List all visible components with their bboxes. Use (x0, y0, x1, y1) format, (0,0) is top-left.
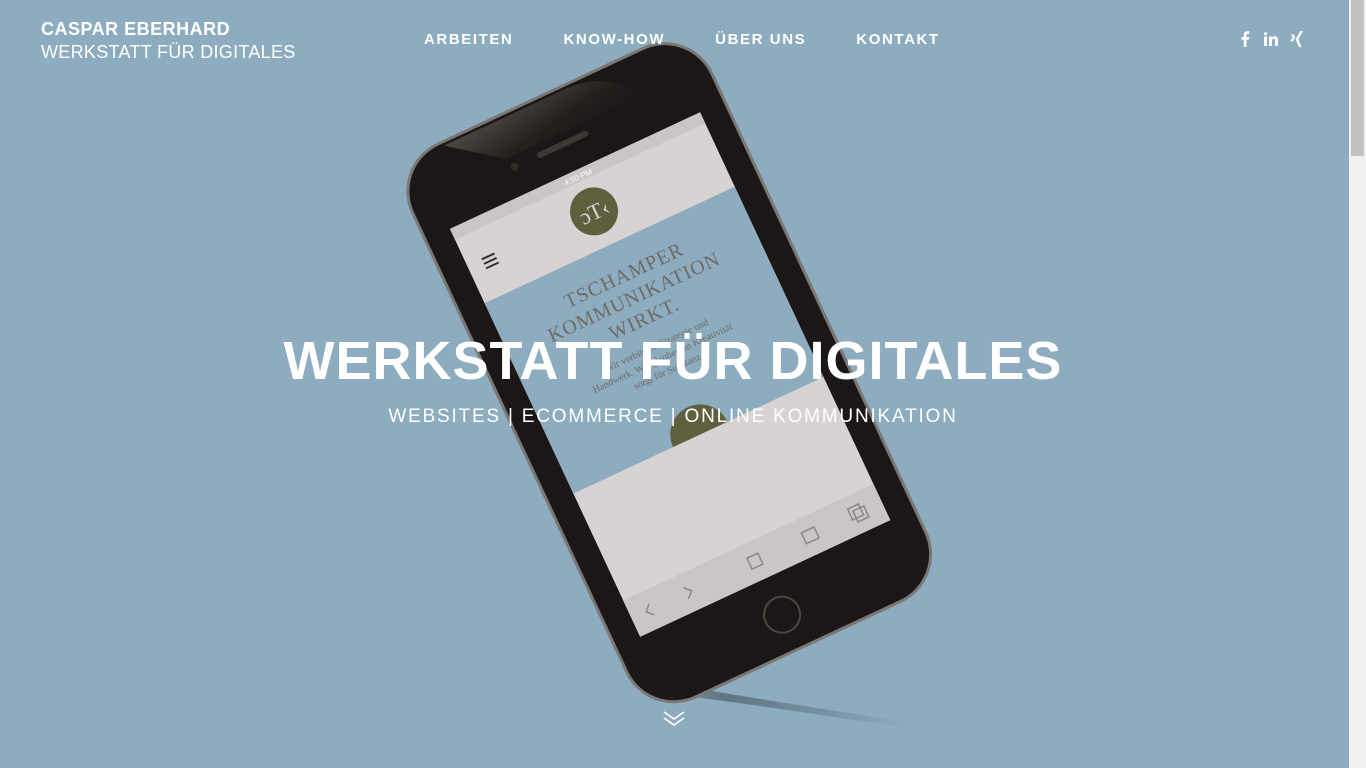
hero-subtitle: WEBSITES | ECOMMERCE | ONLINE KOMMUNIKAT… (388, 406, 958, 427)
phone-logo-badge (570, 187, 619, 236)
phone-home-button (763, 595, 802, 634)
logo-name: CASPAR EBERHARD (41, 19, 231, 39)
page-scrollbar[interactable] (1349, 0, 1366, 768)
svg-text:TSCHAMPER: TSCHAMPER (561, 239, 687, 313)
nav-item-know-how[interactable]: KNOW-HOW (563, 31, 665, 48)
svg-text:4:50 PM: 4:50 PM (563, 167, 594, 188)
scrollbar-thumb[interactable] (1351, 0, 1364, 156)
linkedin-icon[interactable] (1262, 30, 1280, 48)
xing-icon[interactable] (1288, 30, 1306, 48)
double-chevron-down-icon[interactable] (662, 710, 686, 730)
social-links (1236, 30, 1314, 48)
nav-item-arbeiten[interactable]: ARBEITEN (424, 31, 513, 48)
nav-item-ueber-uns[interactable]: ÜBER UNS (715, 31, 806, 48)
hero-section: 4:50 PM ɔT‹ TSCHAMPER KOMMUNIKATION WIRK… (0, 0, 1349, 768)
phone-menu-icon (481, 252, 500, 270)
facebook-icon[interactable] (1236, 30, 1254, 48)
nav-item-kontakt[interactable]: KONTAKT (856, 31, 939, 48)
logo-tagline: WERKSTATT FÜR DIGITALES (41, 42, 296, 62)
main-nav: ARBEITEN KNOW-HOW ÜBER UNS KONTAKT (424, 31, 940, 48)
hero-title: WERKSTATT FÜR DIGITALES (283, 331, 1063, 391)
site-logo[interactable]: CASPAR EBERHARD WERKSTATT FÜR DIGITALES (41, 20, 296, 61)
svg-text:ɔT‹: ɔT‹ (575, 194, 613, 230)
